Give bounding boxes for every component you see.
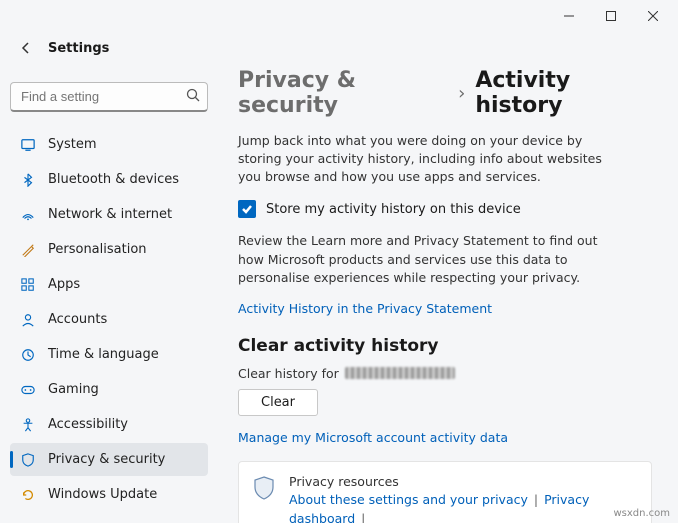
sidebar-item-label: Apps	[48, 277, 80, 292]
resources-title: Privacy resources	[289, 474, 637, 489]
manage-account-link[interactable]: Manage my Microsoft account activity dat…	[238, 430, 652, 445]
sidebar-item-label: Bluetooth & devices	[48, 172, 179, 187]
shield-icon	[253, 476, 275, 504]
clear-button[interactable]: Clear	[238, 389, 318, 416]
window-header: Settings	[0, 32, 678, 64]
sidebar: System Bluetooth & devices Network & int…	[0, 64, 214, 523]
intro-text: Jump back into what you were doing on yo…	[238, 132, 618, 186]
sidebar-item-label: Gaming	[48, 382, 99, 397]
sidebar-item-label: Network & internet	[48, 207, 172, 222]
network-icon	[20, 207, 36, 223]
accounts-icon	[20, 312, 36, 328]
sidebar-item-accounts[interactable]: Accounts	[10, 303, 208, 336]
privacy-icon	[20, 452, 36, 468]
minimize-button[interactable]	[548, 2, 590, 30]
sidebar-item-time[interactable]: Time & language	[10, 338, 208, 371]
sidebar-item-label: Personalisation	[48, 242, 147, 257]
title-bar	[0, 0, 678, 32]
sidebar-item-label: System	[48, 137, 96, 152]
search-icon	[186, 88, 200, 106]
accessibility-icon	[20, 417, 36, 433]
breadcrumb-parent[interactable]: Privacy & security	[238, 68, 448, 118]
resources-link-about[interactable]: About these settings and your privacy	[289, 492, 528, 507]
privacy-resources-card: Privacy resources About these settings a…	[238, 461, 652, 523]
system-icon	[20, 137, 36, 153]
update-icon	[20, 487, 36, 503]
window-title: Settings	[48, 41, 109, 56]
sidebar-item-label: Accounts	[48, 312, 107, 327]
watermark: wsxdn.com	[613, 508, 670, 519]
store-history-row[interactable]: Store my activity history on this device	[238, 200, 652, 218]
gaming-icon	[20, 382, 36, 398]
review-text: Review the Learn more and Privacy Statem…	[238, 232, 618, 286]
close-button[interactable]	[632, 2, 674, 30]
search-input[interactable]	[10, 82, 208, 112]
main-content: Privacy & security › Activity history Ju…	[214, 64, 678, 523]
sidebar-item-system[interactable]: System	[10, 128, 208, 161]
apps-icon	[20, 277, 36, 293]
sidebar-item-bluetooth[interactable]: Bluetooth & devices	[10, 163, 208, 196]
sidebar-item-network[interactable]: Network & internet	[10, 198, 208, 231]
breadcrumb: Privacy & security › Activity history	[238, 68, 652, 118]
chevron-right-icon: ›	[458, 83, 465, 104]
privacy-statement-link[interactable]: Activity History in the Privacy Statemen…	[238, 301, 652, 316]
personalisation-icon	[20, 242, 36, 258]
time-icon	[20, 347, 36, 363]
back-button[interactable]	[14, 36, 38, 60]
sidebar-item-accessibility[interactable]: Accessibility	[10, 408, 208, 441]
sidebar-item-update[interactable]: Windows Update	[10, 478, 208, 511]
search-box[interactable]	[10, 82, 208, 112]
sidebar-item-label: Accessibility	[48, 417, 128, 432]
sidebar-item-label: Privacy & security	[48, 452, 165, 467]
redacted-account	[345, 367, 455, 379]
sidebar-item-apps[interactable]: Apps	[10, 268, 208, 301]
store-history-checkbox[interactable]	[238, 200, 256, 218]
bluetooth-icon	[20, 172, 36, 188]
sidebar-item-personalisation[interactable]: Personalisation	[10, 233, 208, 266]
clear-history-heading: Clear activity history	[238, 336, 652, 356]
sidebar-item-privacy[interactable]: Privacy & security	[10, 443, 208, 476]
maximize-button[interactable]	[590, 2, 632, 30]
sidebar-item-label: Time & language	[48, 347, 159, 362]
clear-for-label: Clear history for	[238, 366, 652, 381]
sidebar-item-gaming[interactable]: Gaming	[10, 373, 208, 406]
store-history-label: Store my activity history on this device	[266, 202, 521, 217]
page-title: Activity history	[475, 68, 652, 118]
sidebar-item-label: Windows Update	[48, 487, 157, 502]
